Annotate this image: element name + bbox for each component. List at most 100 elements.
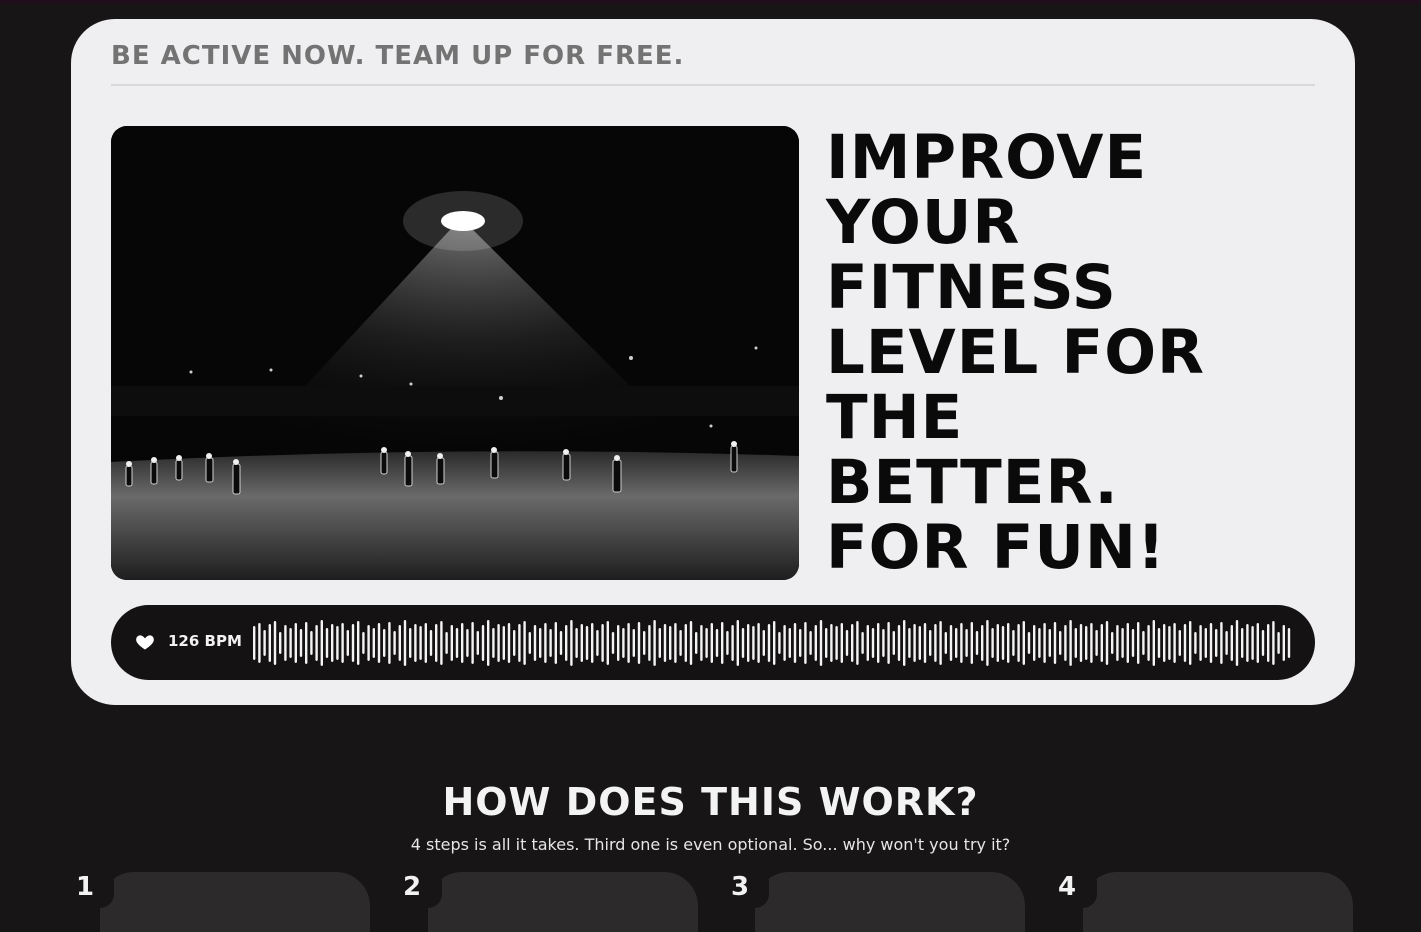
wave-bar	[403, 620, 407, 666]
wave-bar	[1017, 624, 1020, 662]
wave-bar	[533, 625, 537, 661]
headline-line-3: FITNESS	[826, 252, 1117, 323]
wave-bar	[1033, 625, 1036, 661]
step-number-3: 3	[731, 872, 750, 902]
headline-line-6: BETTER.	[826, 447, 1119, 518]
wave-bar	[1064, 625, 1067, 661]
wave-bar	[258, 623, 261, 663]
wave-bar	[939, 621, 942, 665]
wave-bar	[1178, 630, 1181, 656]
wave-bar	[871, 628, 875, 658]
wave-bar	[346, 630, 349, 656]
wave-bar	[299, 629, 303, 657]
wave-bar	[960, 623, 963, 663]
wave-bar	[679, 630, 682, 656]
headline-line-2: YOUR	[826, 187, 1021, 258]
wave-bar	[975, 631, 979, 655]
hero-divider	[111, 84, 1315, 86]
wave-bar	[357, 621, 360, 665]
how-it-works-subtitle: 4 steps is all it takes. Third one is ev…	[410, 835, 1011, 854]
wave-bar	[502, 626, 505, 660]
wave-bar	[627, 623, 630, 663]
wave-bar	[1001, 626, 1005, 660]
wave-bar	[1142, 631, 1145, 655]
wave-bar	[362, 632, 365, 654]
wave-bar	[1131, 629, 1135, 657]
wave-bar	[611, 632, 615, 654]
wave-bar	[897, 625, 901, 661]
wave-bar	[1204, 628, 1207, 658]
wave-bar	[393, 631, 396, 655]
wave-bar	[1100, 624, 1103, 662]
wave-bar	[814, 625, 817, 661]
wave-bar	[851, 624, 854, 662]
bpm-label: 126 BPM	[168, 632, 242, 650]
wave-bar	[1090, 623, 1093, 663]
wave-bar	[440, 621, 443, 665]
step-card-2[interactable]	[428, 872, 698, 932]
wave-bar	[367, 625, 370, 661]
wave-bar	[1079, 624, 1083, 662]
wave-bar	[1272, 621, 1275, 665]
wave-bar	[663, 624, 667, 662]
wave-bar	[1199, 625, 1202, 661]
wave-bar	[617, 625, 620, 661]
wave-bar	[383, 629, 386, 657]
wave-bar	[466, 629, 469, 657]
step-card-1[interactable]	[100, 872, 370, 932]
wave-bar	[331, 624, 334, 662]
how-it-works-title: HOW DOES THIS WORK?	[442, 780, 979, 824]
wave-bar	[887, 622, 890, 664]
wave-bar	[544, 623, 547, 663]
wave-bar	[601, 624, 604, 662]
wave-bar	[1012, 630, 1015, 656]
wave-bar	[1194, 632, 1197, 654]
wave-bar	[518, 624, 521, 662]
step-number-4: 4	[1058, 872, 1077, 902]
wave-bar	[845, 630, 849, 656]
wave-bar	[840, 623, 843, 663]
wave-bar	[1261, 630, 1265, 656]
wave-bar	[1163, 624, 1166, 662]
wave-bar	[1027, 632, 1031, 654]
wave-bar	[268, 624, 271, 662]
wave-bar	[279, 632, 282, 654]
wave-bar	[757, 623, 760, 663]
headline-line-5: THE	[826, 382, 964, 453]
wave-bar	[773, 621, 776, 665]
wave-bar	[721, 622, 724, 664]
wave-bar	[1209, 623, 1213, 663]
wave-bar	[788, 628, 791, 658]
wave-bar	[1282, 625, 1285, 661]
headline-line-1: IMPROVE	[826, 122, 1148, 193]
wave-bar	[747, 624, 750, 662]
wave-bar	[1105, 621, 1109, 665]
wave-bar	[388, 622, 391, 664]
wave-bar	[1277, 632, 1280, 654]
step-card-4[interactable]	[1083, 872, 1353, 932]
wave-bar	[892, 631, 895, 655]
wave-bar	[970, 622, 973, 664]
wave-bar	[1121, 628, 1124, 658]
wave-bar	[492, 628, 495, 658]
wave-bar	[648, 625, 651, 661]
wave-bar	[622, 628, 625, 658]
wave-bar	[513, 630, 516, 656]
wave-bar	[955, 628, 958, 658]
wave-bar	[606, 621, 609, 665]
wave-bar	[1173, 623, 1176, 663]
wave-bar	[695, 632, 698, 654]
step-card-3[interactable]	[755, 872, 1025, 932]
wave-bar	[445, 632, 448, 654]
wave-bar	[1157, 628, 1161, 658]
wave-bar	[632, 629, 635, 657]
wave-bar	[398, 625, 401, 661]
wave-bar	[1116, 625, 1119, 661]
wave-bar	[783, 625, 786, 661]
wave-bar	[643, 631, 646, 655]
wave-bar	[1220, 622, 1223, 664]
wave-bar	[284, 625, 287, 661]
wave-bar	[273, 621, 277, 665]
wave-bar	[575, 628, 578, 658]
wave-bar	[918, 626, 921, 660]
